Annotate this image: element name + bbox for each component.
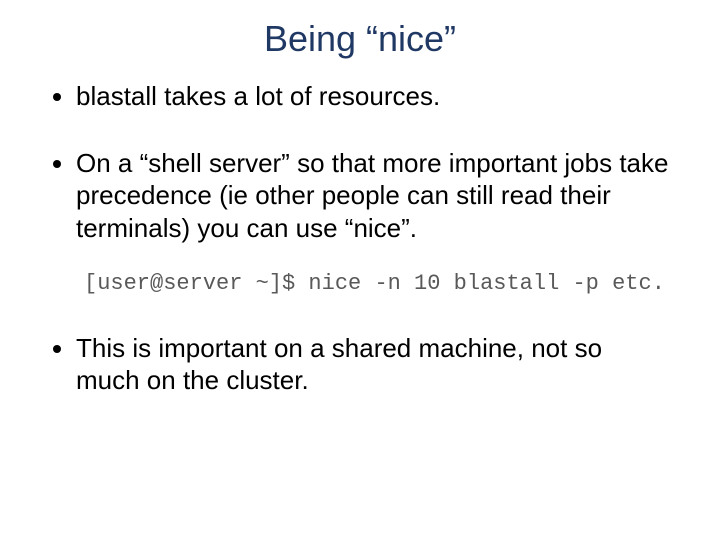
bullet-list: This is important on a shared machine, n… [48, 332, 672, 397]
slide: Being “nice” blastall takes a lot of res… [0, 0, 720, 540]
code-example: [user@server ~]$ nice -n 10 blastall -p … [84, 270, 672, 298]
bullet-item: This is important on a shared machine, n… [76, 332, 672, 397]
bullet-item: blastall takes a lot of resources. [76, 80, 672, 113]
slide-title: Being “nice” [48, 18, 672, 60]
bullet-item: On a “shell server” so that more importa… [76, 147, 672, 245]
bullet-list: blastall takes a lot of resources. On a … [48, 80, 672, 244]
